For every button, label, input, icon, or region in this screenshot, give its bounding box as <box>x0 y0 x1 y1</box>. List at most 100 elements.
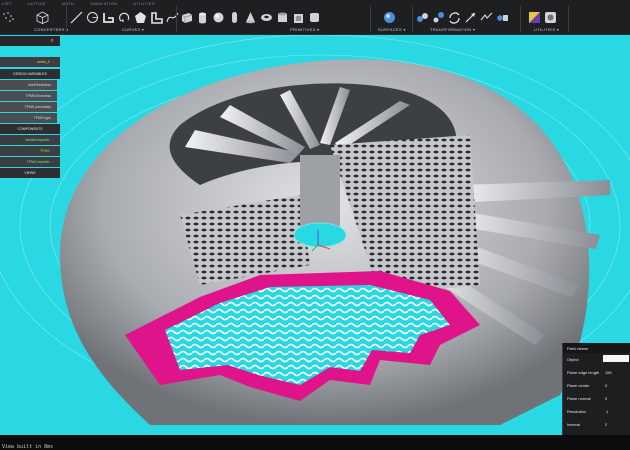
toolbar-divider <box>520 6 521 32</box>
toolbar-divider <box>412 6 413 32</box>
mesh-item[interactable]: mesh_0 ◦ <box>0 57 60 67</box>
component-label: TPMS impeller <box>26 160 50 164</box>
hub-bore <box>293 222 347 248</box>
curves-label[interactable]: CURVES ▾ <box>122 27 144 32</box>
menu-bar: LIST LATTICE MATH SIMULATION UTILITIES <box>0 0 154 7</box>
colorize-icon[interactable] <box>528 11 541 24</box>
scene-render <box>0 35 630 425</box>
menu-item-lattice[interactable]: LATTICE <box>28 1 46 6</box>
visibility-icon[interactable]: ◦ <box>53 60 54 64</box>
top-toolbar: LIST LATTICE MATH SIMULATION UTILITIES C… <box>0 0 630 35</box>
row-key: Interval <box>567 422 581 427</box>
converters-label[interactable]: CONVERTERS ▾ <box>34 27 68 32</box>
visibility-icon[interactable]: ◦ <box>53 160 54 164</box>
row-key: Plane center <box>567 383 590 388</box>
component-tpms[interactable]: TPMS ◦ <box>0 146 60 156</box>
mesh-item-label: mesh_0 <box>37 60 50 64</box>
3d-viewport[interactable] <box>0 35 630 435</box>
field-viewer-row-plane-center: Plane center 0 <box>563 380 630 390</box>
plane-normal-value[interactable]: 0 <box>605 396 607 401</box>
component-tpms-impeller[interactable]: TPMS impeller ◦ <box>0 157 60 167</box>
move-icon[interactable] <box>416 11 429 24</box>
rotate-icon[interactable] <box>448 11 461 24</box>
render-icon[interactable] <box>544 11 557 24</box>
scale-icon[interactable] <box>432 11 445 24</box>
torus-icon[interactable] <box>260 11 273 24</box>
utilities-tools <box>528 8 557 26</box>
sphere-icon[interactable] <box>212 11 225 24</box>
field-viewer-row-object: Object <box>563 354 630 364</box>
cone-icon[interactable] <box>244 11 257 24</box>
rounded-box-icon[interactable] <box>308 11 321 24</box>
row-key: Plane edge length <box>567 370 600 375</box>
primitives-label[interactable]: PRIMITIVES ▾ <box>290 27 319 32</box>
polyline-icon[interactable] <box>102 11 115 24</box>
mesh-cube-icon[interactable] <box>36 11 49 24</box>
menu-item-utilities[interactable]: UTILITIES <box>133 1 154 6</box>
views-header[interactable]: VIEWS <box>0 168 60 178</box>
row-key: Plane normal <box>567 396 591 401</box>
primitives-tools <box>180 8 321 26</box>
surfaces-label[interactable]: SURFACES ▾ <box>378 27 406 32</box>
search-icon[interactable]: ⌕ <box>51 38 54 45</box>
curves-tools <box>70 8 179 26</box>
status-text: View built in 8ms <box>2 444 54 450</box>
field-viewer-row-resolution: Resolution .1 <box>563 406 630 416</box>
toolbar-divider <box>370 6 371 32</box>
component-label: shelled impeller <box>25 138 50 142</box>
design-variables-header[interactable]: DESIGN VARIABLES <box>0 69 60 79</box>
menu-item-list[interactable]: LIST <box>2 1 12 6</box>
components-header[interactable]: COMPONENTS <box>0 124 60 134</box>
line-icon[interactable] <box>70 11 83 24</box>
circle-icon[interactable] <box>86 11 99 24</box>
transformation-tools <box>416 8 509 26</box>
converters-tools <box>2 8 49 26</box>
cylinder-icon[interactable] <box>196 11 209 24</box>
field-viewer-row-interval: Interval 2 <box>563 419 630 429</box>
panel-search-row: ⌕ <box>0 36 60 46</box>
menu-item-simulation[interactable]: SIMULATION <box>90 1 117 6</box>
arc-icon[interactable] <box>118 11 131 24</box>
object-input[interactable] <box>603 355 629 362</box>
field-viewer-title-row: Field viewer <box>563 343 630 353</box>
hollow-box-icon[interactable] <box>292 11 305 24</box>
row-key: Object <box>567 357 579 362</box>
field-viewer-title: Field viewer <box>567 346 589 351</box>
design-variable-shell-thickness[interactable]: shell thickness <box>0 80 57 90</box>
field-viewer-row-plane-normal: Plane normal 0 <box>563 393 630 403</box>
point-cloud-icon[interactable] <box>2 11 15 24</box>
capsule-icon[interactable] <box>228 11 241 24</box>
spline-icon[interactable] <box>166 11 179 24</box>
box-icon[interactable] <box>180 11 193 24</box>
plane-center-value[interactable]: 0 <box>605 383 607 388</box>
pipe-icon[interactable] <box>276 11 289 24</box>
surface-sphere-icon[interactable] <box>383 11 396 24</box>
resolution-value[interactable]: .1 <box>605 409 608 414</box>
plane-edge-length-value[interactable]: 150 <box>605 370 612 375</box>
component-shelled-impeller[interactable]: shelled impeller ◦ <box>0 135 60 145</box>
array-icon[interactable] <box>496 11 509 24</box>
field-viewer-panel: Field viewer Object Plane edge length 15… <box>562 343 630 435</box>
scene-tree-panel: ⌕ mesh_0 ◦ DESIGN VARIABLES shell thickn… <box>0 36 60 178</box>
visibility-icon[interactable]: ◦ <box>53 149 54 153</box>
toolbar-divider <box>66 6 67 32</box>
status-bar: View built in 8ms <box>0 435 630 450</box>
interval-value[interactable]: 2 <box>605 422 607 427</box>
mirror-icon[interactable] <box>480 11 493 24</box>
rectangle-icon[interactable] <box>150 11 163 24</box>
design-variable-tpms-thickness[interactable]: TPMS thickness <box>0 91 57 101</box>
translate-arrow-icon[interactable] <box>464 11 477 24</box>
polygon-icon[interactable] <box>134 11 147 24</box>
field-viewer-row-plane-edge-length: Plane edge length 150 <box>563 367 630 377</box>
menu-item-math[interactable]: MATH <box>62 1 74 6</box>
row-key: Resolution <box>567 409 586 414</box>
toolbar-divider <box>176 6 177 32</box>
toolbar-divider <box>568 6 569 32</box>
design-variable-tpms-type[interactable]: TPMS type <box>0 113 57 123</box>
visibility-icon[interactable]: ◦ <box>53 138 54 142</box>
utilities-label[interactable]: UTILITIES ▾ <box>534 27 559 32</box>
design-variable-tpms-periodicity[interactable]: TPMS periodicity <box>0 102 57 112</box>
surfaces-tools <box>383 8 396 26</box>
transformation-label[interactable]: TRANSFORMATION ▾ <box>430 27 475 32</box>
component-label: TPMS <box>40 149 50 153</box>
